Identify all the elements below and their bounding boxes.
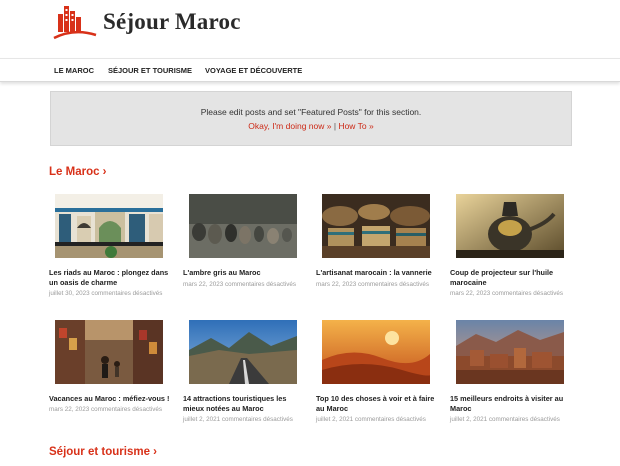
post-comments[interactable]: commentaires désactivés [91, 290, 162, 297]
post-title[interactable]: 14 attractions touristiques les mieux no… [183, 394, 307, 413]
post-title[interactable]: L'artisanat marocain : la vannerie [316, 268, 440, 278]
post-comments[interactable]: commentaires désactivés [492, 290, 563, 297]
post-thumbnail-souk[interactable] [55, 320, 163, 384]
post-thumbnail-desert[interactable] [322, 320, 430, 384]
okay-link[interactable]: Okay, I'm doing now » [248, 121, 331, 131]
post-date: mars 22, 2023 [450, 290, 491, 297]
post-title[interactable]: Top 10 des choses à voir et à faire au M… [316, 394, 440, 413]
site-header: Séjour Maroc [0, 0, 620, 58]
main-navigation: LE MAROC SÉJOUR ET TOURISME VOYAGE ET DÉ… [0, 58, 620, 82]
section-title-sejour-et-tourisme[interactable]: Séjour et tourisme › [49, 446, 157, 458]
post-meta: juillet 2, 2021 commentaires désactivés [450, 416, 560, 423]
post-date: juillet 30, 2023 [49, 290, 90, 297]
how-to-link[interactable]: How To » [338, 121, 373, 131]
site-name: Séjour Maroc [103, 9, 241, 34]
post-title[interactable]: L'ambre gris au Maroc [183, 268, 307, 278]
link-separator: | [333, 121, 337, 131]
nav-item-sejour-et-tourisme[interactable]: SÉJOUR ET TOURISME [108, 66, 192, 75]
featured-posts-notice: Please edit posts and set "Featured Post… [50, 91, 572, 146]
post-thumbnail-kasbah[interactable] [456, 320, 564, 384]
post-meta: mars 22, 2023 commentaires désactivés [49, 406, 162, 413]
post-comments[interactable]: commentaires désactivés [91, 406, 162, 413]
post-comments[interactable]: commentaires désactivés [222, 416, 293, 423]
post-date: juillet 2, 2021 [316, 416, 354, 423]
post-comments[interactable]: commentaires désactivés [489, 416, 560, 423]
post-thumbnail-riad[interactable] [55, 194, 163, 258]
post-title[interactable]: Vacances au Maroc : méfiez-vous ! [49, 394, 173, 404]
nav-item-le-maroc[interactable]: LE MAROC [54, 66, 94, 75]
post-title[interactable]: Les riads au Maroc : plongez dans un oas… [49, 268, 173, 287]
post-thumbnail-vannerie[interactable] [322, 194, 430, 258]
post-meta: juillet 2, 2021 commentaires désactivés [316, 416, 426, 423]
featured-message: Please edit posts and set "Featured Post… [200, 107, 422, 117]
post-date: mars 22, 2023 [49, 406, 90, 413]
featured-links: Okay, I'm doing now » | How To » [51, 121, 571, 131]
section-title-le-maroc[interactable]: Le Maroc › [49, 166, 107, 178]
post-date: mars 22, 2023 [183, 281, 224, 288]
post-date: mars 22, 2023 [316, 281, 357, 288]
post-meta: mars 22, 2023 commentaires désactivés [450, 290, 563, 297]
post-comments[interactable]: commentaires désactivés [358, 281, 429, 288]
post-meta: juillet 30, 2023 commentaires désactivés [49, 290, 162, 297]
post-date: juillet 2, 2021 [450, 416, 488, 423]
post-meta: juillet 2, 2021 commentaires désactivés [183, 416, 293, 423]
post-meta: mars 22, 2023 commentaires désactivés [183, 281, 296, 288]
post-thumbnail-ambre[interactable] [189, 194, 297, 258]
post-thumbnail-huile[interactable] [456, 194, 564, 258]
post-thumbnail-road[interactable] [189, 320, 297, 384]
post-meta: mars 22, 2023 commentaires désactivés [316, 281, 429, 288]
post-title[interactable]: Coup de projecteur sur l'huile marocaine [450, 268, 574, 287]
post-date: juillet 2, 2021 [183, 416, 221, 423]
post-comments[interactable]: commentaires désactivés [225, 281, 296, 288]
nav-item-voyage-et-decouverte[interactable]: VOYAGE ET DÉCOUVERTE [205, 66, 302, 75]
post-comments[interactable]: commentaires désactivés [355, 416, 426, 423]
post-title[interactable]: 15 meilleurs endroits à visiter au Maroc [450, 394, 574, 413]
site-logo[interactable]: Séjour Maroc [52, 2, 241, 42]
city-buildings-icon [53, 6, 97, 40]
